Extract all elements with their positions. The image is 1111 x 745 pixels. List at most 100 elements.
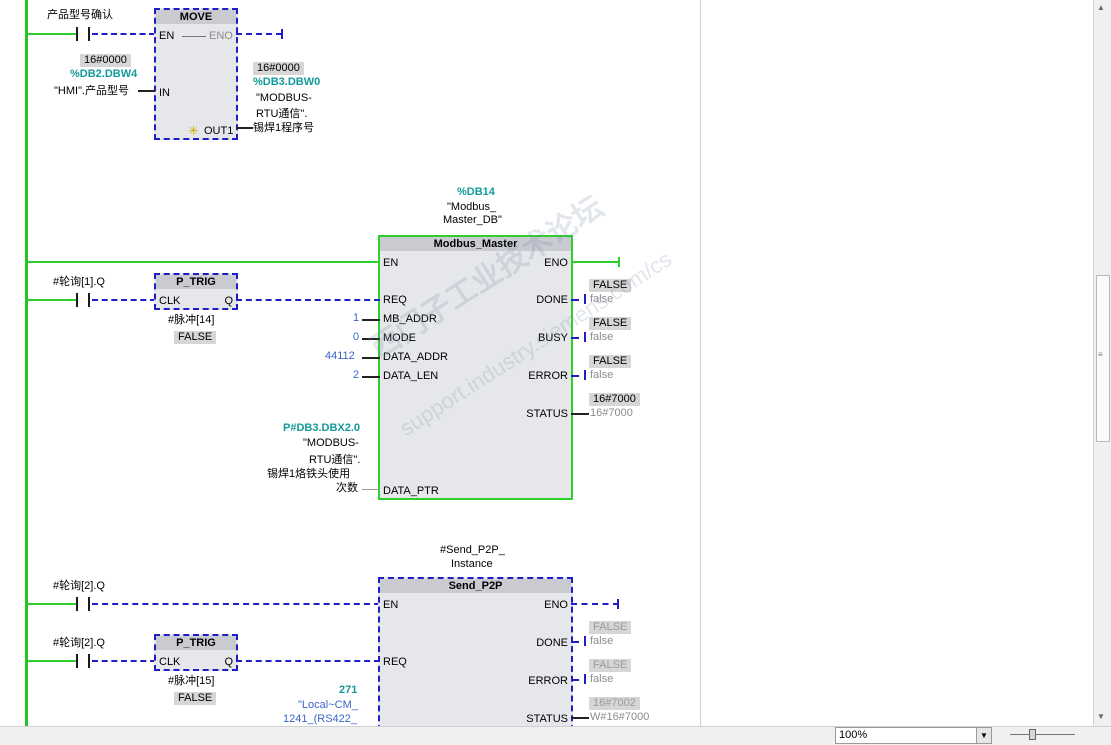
send-p2p-block[interactable]: Send_P2P EN REQ ENO DONE ERROR STATUS	[378, 577, 573, 741]
panel-divider	[700, 0, 701, 726]
no-contact-poll2[interactable]	[76, 597, 90, 611]
rung-wire	[92, 33, 155, 35]
mb-addr-value[interactable]: 1	[353, 312, 359, 324]
rung-wire	[571, 261, 619, 263]
pin-en: EN	[383, 257, 399, 269]
data-ptr-address: P#DB3.DBX2.0	[283, 422, 361, 434]
p-trig-title: P_TRIG	[156, 275, 236, 289]
move-out-symbol-3[interactable]: 锡焊1程序号	[253, 119, 314, 135]
pin-in: IN	[159, 87, 170, 99]
p-trig-state: FALSE	[174, 692, 217, 705]
contact-label-poll2[interactable]: #轮询[2].Q	[53, 577, 105, 593]
rung-end	[618, 257, 620, 267]
send-status-live-value: W#16#7000	[590, 711, 650, 723]
rung-wire	[571, 603, 619, 605]
contact-label-product-confirm: 产品型号确认	[47, 9, 113, 21]
rung-wire	[27, 299, 77, 301]
port-symbol-1[interactable]: "Local~CM_	[298, 699, 358, 711]
contact-label-poll1[interactable]: #轮询[1].Q	[53, 273, 105, 289]
rung-wire	[236, 299, 380, 301]
send-done-live-value: false	[590, 635, 614, 647]
pin-eno: ENO	[544, 599, 568, 611]
busy-live-value: false	[590, 331, 614, 343]
rung-wire	[92, 299, 156, 301]
port-symbol-2[interactable]: 1241_(RS422_	[283, 713, 357, 725]
p-trig-memory[interactable]: #脉冲[15]	[168, 672, 214, 688]
param-wire	[138, 90, 155, 92]
pin-data-ptr: DATA_PTR	[383, 485, 439, 497]
send-instance-2[interactable]: Instance	[451, 558, 493, 570]
port-value: 271	[339, 684, 358, 696]
busy-end	[584, 332, 586, 342]
send-done-box-value: FALSE	[589, 621, 632, 634]
scroll-down-arrow-icon[interactable]: ▼	[1097, 712, 1105, 721]
error-wire	[571, 375, 579, 377]
param-wire	[362, 376, 380, 378]
pin-clk: CLK	[159, 295, 181, 307]
no-contact-poll1[interactable]	[76, 293, 90, 307]
modbus-db-name-2[interactable]: Master_DB"	[443, 214, 502, 226]
error-end	[584, 370, 586, 380]
data-ptr-symbol-4[interactable]: 次数	[336, 479, 358, 495]
send-p2p-title: Send_P2P	[380, 579, 571, 593]
zoom-slider-track[interactable]	[1010, 734, 1075, 735]
error-wire	[571, 679, 579, 681]
scroll-up-arrow-icon[interactable]: ▲	[1097, 3, 1105, 12]
param-wire	[236, 127, 253, 129]
error-end	[584, 674, 586, 684]
data-len-value[interactable]: 2	[353, 369, 359, 381]
send-status-box-value: 16#7002	[589, 697, 640, 710]
param-wire	[362, 489, 380, 490]
pin-data-len: DATA_LEN	[383, 370, 439, 382]
move-out-address: %DB3.DBW0	[253, 76, 321, 88]
star-icon: ✳	[188, 123, 199, 138]
no-contact-poll2b[interactable]	[76, 654, 90, 668]
data-addr-value[interactable]: 44112	[325, 350, 355, 362]
status-wire	[571, 413, 589, 415]
rung-wire	[236, 33, 282, 35]
done-end	[584, 636, 586, 646]
move-out-value: 16#0000	[253, 62, 304, 75]
pin-req: REQ	[383, 656, 407, 668]
modbus-db-name-1[interactable]: "Modbus_	[447, 201, 496, 213]
rung-end	[281, 29, 283, 39]
zoom-slider-thumb[interactable]	[1029, 729, 1036, 740]
zoom-value: 100%	[839, 729, 868, 741]
done-wire	[571, 641, 579, 643]
error-live-value: false	[590, 369, 614, 381]
rung-wire	[27, 603, 77, 605]
p-trig-memory[interactable]: #脉冲[14]	[168, 311, 214, 327]
send-instance-1[interactable]: #Send_P2P_	[440, 544, 505, 556]
pin-en: EN	[159, 30, 175, 42]
move-in-symbol[interactable]: "HMI".产品型号	[54, 82, 129, 98]
busy-wire	[571, 337, 579, 339]
pin-error: ERROR	[528, 370, 568, 382]
p-trig-block-15[interactable]: P_TRIG CLK Q	[154, 634, 238, 671]
data-ptr-symbol-1[interactable]: "MODBUS-	[303, 437, 359, 449]
pin-en: EN	[383, 599, 399, 611]
rung-wire	[236, 660, 380, 662]
pin-error: ERROR	[528, 675, 568, 687]
pin-done: DONE	[536, 637, 568, 649]
rung-wire	[27, 660, 77, 662]
status-wire	[571, 717, 589, 719]
rung-wire	[92, 603, 380, 605]
move-in-value: 16#0000	[80, 54, 131, 67]
rung-wire	[92, 660, 156, 662]
move-block[interactable]: MOVE EN ENO IN OUT1 ✳	[154, 8, 238, 140]
p-trig-state: FALSE	[174, 331, 217, 344]
p-trig-block-14[interactable]: P_TRIG CLK Q	[154, 273, 238, 310]
chevron-down-icon[interactable]: ▼	[976, 728, 991, 743]
p-trig-title: P_TRIG	[156, 636, 236, 650]
zoom-select[interactable]: 100% ▼	[835, 727, 992, 744]
no-contact-product-confirm[interactable]	[76, 27, 90, 41]
modbus-db-address: %DB14	[457, 186, 495, 198]
error-box-value: FALSE	[589, 355, 632, 368]
mode-value[interactable]: 0	[353, 331, 359, 343]
en-eno-link	[182, 36, 206, 37]
pin-out1: OUT1	[204, 125, 234, 137]
send-error-box-value: FALSE	[589, 659, 632, 672]
contact-label-poll2b[interactable]: #轮询[2].Q	[53, 634, 105, 650]
move-out-symbol-1[interactable]: "MODBUS-	[256, 92, 312, 104]
pin-q: Q	[224, 295, 233, 307]
